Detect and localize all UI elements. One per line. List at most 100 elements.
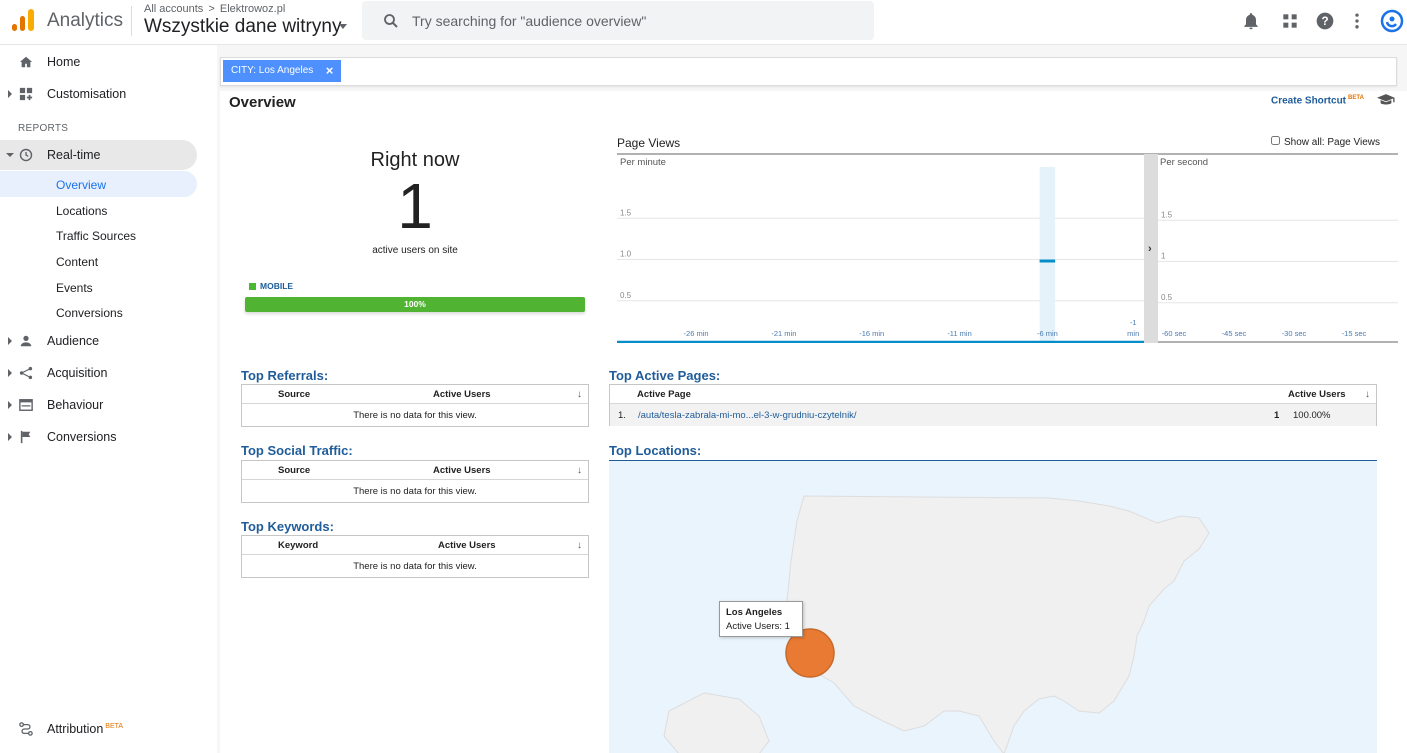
device-legend-mobile: MOBILE — [249, 281, 293, 291]
x-tick-label: -1 — [1130, 318, 1137, 327]
sidebar-subitem-traffic-sources[interactable]: Traffic Sources — [0, 222, 197, 248]
account-avatar-icon[interactable] — [1380, 9, 1404, 33]
top-social-table: Source Active Users ↓ There is no data f… — [241, 460, 589, 503]
col-active-users[interactable]: Active Users — [433, 465, 491, 476]
second-gridlines — [1158, 219, 1398, 304]
analytics-logo-icon[interactable] — [12, 7, 34, 31]
sidebar-item-acquisition[interactable]: Acquisition — [0, 358, 200, 388]
sidebar-item-attribution[interactable]: Attribution BETA — [0, 714, 200, 744]
sidebar-item-conversions[interactable]: Conversions — [0, 422, 200, 452]
sidebar-item-label: Home — [47, 55, 81, 69]
view-selector[interactable]: Wszystkie dane witryny — [144, 16, 341, 38]
top-bar: Analytics All accounts > Elektrowoz.pl W… — [0, 0, 1407, 45]
sidebar-item-label: Attribution BETA — [47, 722, 123, 736]
create-shortcut-link[interactable]: Create Shortcut BETA — [1271, 95, 1364, 106]
beta-badge: BETA — [1348, 95, 1364, 101]
sidebar-subitem-overview[interactable]: Overview — [0, 171, 197, 197]
x-tick-label: -45 sec — [1222, 329, 1247, 338]
filter-chip-city[interactable]: CITY: Los Angeles × — [223, 60, 342, 82]
expand-arrow-icon — [8, 433, 12, 441]
active-users-label: active users on site — [372, 245, 458, 256]
expand-arrow-icon — [8, 401, 12, 409]
minute-gridlines — [617, 217, 1144, 302]
sidebar-item-behaviour[interactable]: Behaviour — [0, 390, 200, 420]
breadcrumb-account[interactable]: Elektrowoz.pl — [220, 3, 285, 15]
col-active-users[interactable]: Active Users — [438, 540, 496, 551]
tooltip-city: Los Angeles — [726, 607, 783, 618]
x-tick-label: -26 min — [684, 329, 709, 338]
per-minute-label: Per minute — [620, 157, 666, 168]
bar — [1039, 259, 1056, 263]
x-tick-label: -21 min — [771, 329, 796, 338]
help-icon[interactable]: ? — [1315, 11, 1335, 31]
sidebar-subitem-events[interactable]: Events — [0, 274, 197, 300]
locations-map[interactable]: Los Angeles Active Users: 1 — [609, 460, 1377, 753]
col-source[interactable]: Source — [278, 389, 310, 400]
sidebar-subitem-content[interactable]: Content — [0, 248, 197, 274]
sidebar-subitem-label: Locations — [56, 204, 108, 218]
reports-section-label: REPORTS — [18, 123, 69, 134]
beta-badge: BETA — [105, 722, 124, 730]
sidebar-subitem-conversions[interactable]: Conversions — [0, 299, 197, 325]
sidebar-subitem-label: Traffic Sources — [56, 229, 137, 243]
sidebar-item-label: Customisation — [47, 87, 127, 101]
search-bar[interactable] — [362, 1, 874, 40]
close-icon[interactable]: × — [326, 60, 334, 82]
row-page-link[interactable]: /auta/tesla-zabrala-mi-mo...el-3-w-grudn… — [638, 410, 857, 421]
sort-arrow-icon[interactable]: ↓ — [1365, 389, 1370, 400]
show-all-checkbox[interactable] — [1271, 136, 1280, 145]
apps-grid-icon[interactable] — [1280, 11, 1300, 31]
divider — [131, 6, 132, 36]
notifications-bell-icon[interactable] — [1241, 11, 1261, 31]
sidebar-item-home[interactable]: Home — [0, 47, 200, 77]
empty-message: There is no data for this view. — [353, 410, 477, 421]
sidebar-item-label: Acquisition — [47, 366, 108, 380]
sort-arrow-icon[interactable]: ↓ — [577, 465, 582, 476]
minute-x-ticks: -26 min -21 min -16 min -11 min -6 min -1 min — [684, 318, 1140, 338]
sidebar-item-realtime[interactable]: Real-time — [0, 140, 197, 170]
col-source[interactable]: Source — [278, 465, 310, 476]
home-icon — [19, 56, 33, 68]
col-active-users[interactable]: Active Users — [433, 389, 491, 400]
top-keywords-table: Keyword Active Users ↓ There is no data … — [241, 535, 589, 578]
breadcrumb-all-accounts[interactable]: All accounts — [144, 3, 203, 15]
sort-arrow-icon[interactable]: ↓ — [577, 389, 582, 400]
col-keyword[interactable]: Keyword — [278, 540, 318, 551]
location-tooltip: Los Angeles Active Users: 1 — [719, 601, 803, 637]
sidebar-item-audience[interactable]: Audience — [0, 326, 200, 356]
y-tick-label: 0.5 — [620, 291, 632, 300]
table-row[interactable]: 1. /auta/tesla-zabrala-mi-mo...el-3-w-gr… — [610, 404, 1376, 426]
show-all-toggle[interactable]: Show all: Page Views — [1271, 136, 1380, 148]
more-vert-icon[interactable] — [1347, 11, 1367, 31]
graduation-cap-icon[interactable] — [1377, 94, 1395, 106]
col-active-users[interactable]: Active Users — [1288, 389, 1346, 400]
x-tick-label: -60 sec — [1162, 329, 1187, 338]
sidebar-item-label: Behaviour — [47, 398, 104, 412]
col-active-page[interactable]: Active Page — [637, 389, 691, 400]
row-percent: 100.00% — [1293, 410, 1331, 421]
top-referrals-table: Source Active Users ↓ There is no data f… — [241, 384, 589, 427]
bar-highlight — [1039, 167, 1056, 342]
report-content: Overview Create Shortcut BETA Right now 1… — [220, 91, 1407, 753]
second-y-ticks: 1.5 1 0.5 — [1161, 210, 1173, 302]
chevron-right-icon[interactable]: › — [1148, 243, 1152, 255]
y-tick-label: 1.0 — [620, 250, 632, 259]
page-title: Overview — [229, 94, 296, 111]
account-breadcrumb[interactable]: All accounts > Elektrowoz.pl — [144, 3, 285, 15]
app-name: Analytics — [47, 10, 124, 31]
sidebar-subitem-locations[interactable]: Locations — [0, 197, 197, 223]
search-input[interactable] — [412, 10, 852, 32]
main-area: CITY: Los Angeles × Overview Create Shor… — [217, 45, 1407, 753]
chevron-down-icon[interactable] — [339, 24, 347, 29]
search-icon — [384, 14, 398, 28]
sidebar: Home Customisation REPORTS Real-time Ove… — [0, 45, 217, 753]
top-referrals-title: Top Referrals: — [241, 368, 329, 383]
y-tick-label: 1.5 — [1161, 210, 1173, 219]
sort-arrow-icon[interactable]: ↓ — [577, 540, 582, 551]
row-index: 1. — [618, 410, 626, 421]
y-tick-label: 1.5 — [620, 208, 632, 217]
sidebar-item-customisation[interactable]: Customisation — [0, 79, 200, 109]
top-pages-table: Active Page Active Users ↓ 1. /auta/tesl… — [609, 384, 1377, 426]
x-tick-label: -16 min — [859, 329, 884, 338]
attribution-label: Attribution — [47, 722, 104, 736]
